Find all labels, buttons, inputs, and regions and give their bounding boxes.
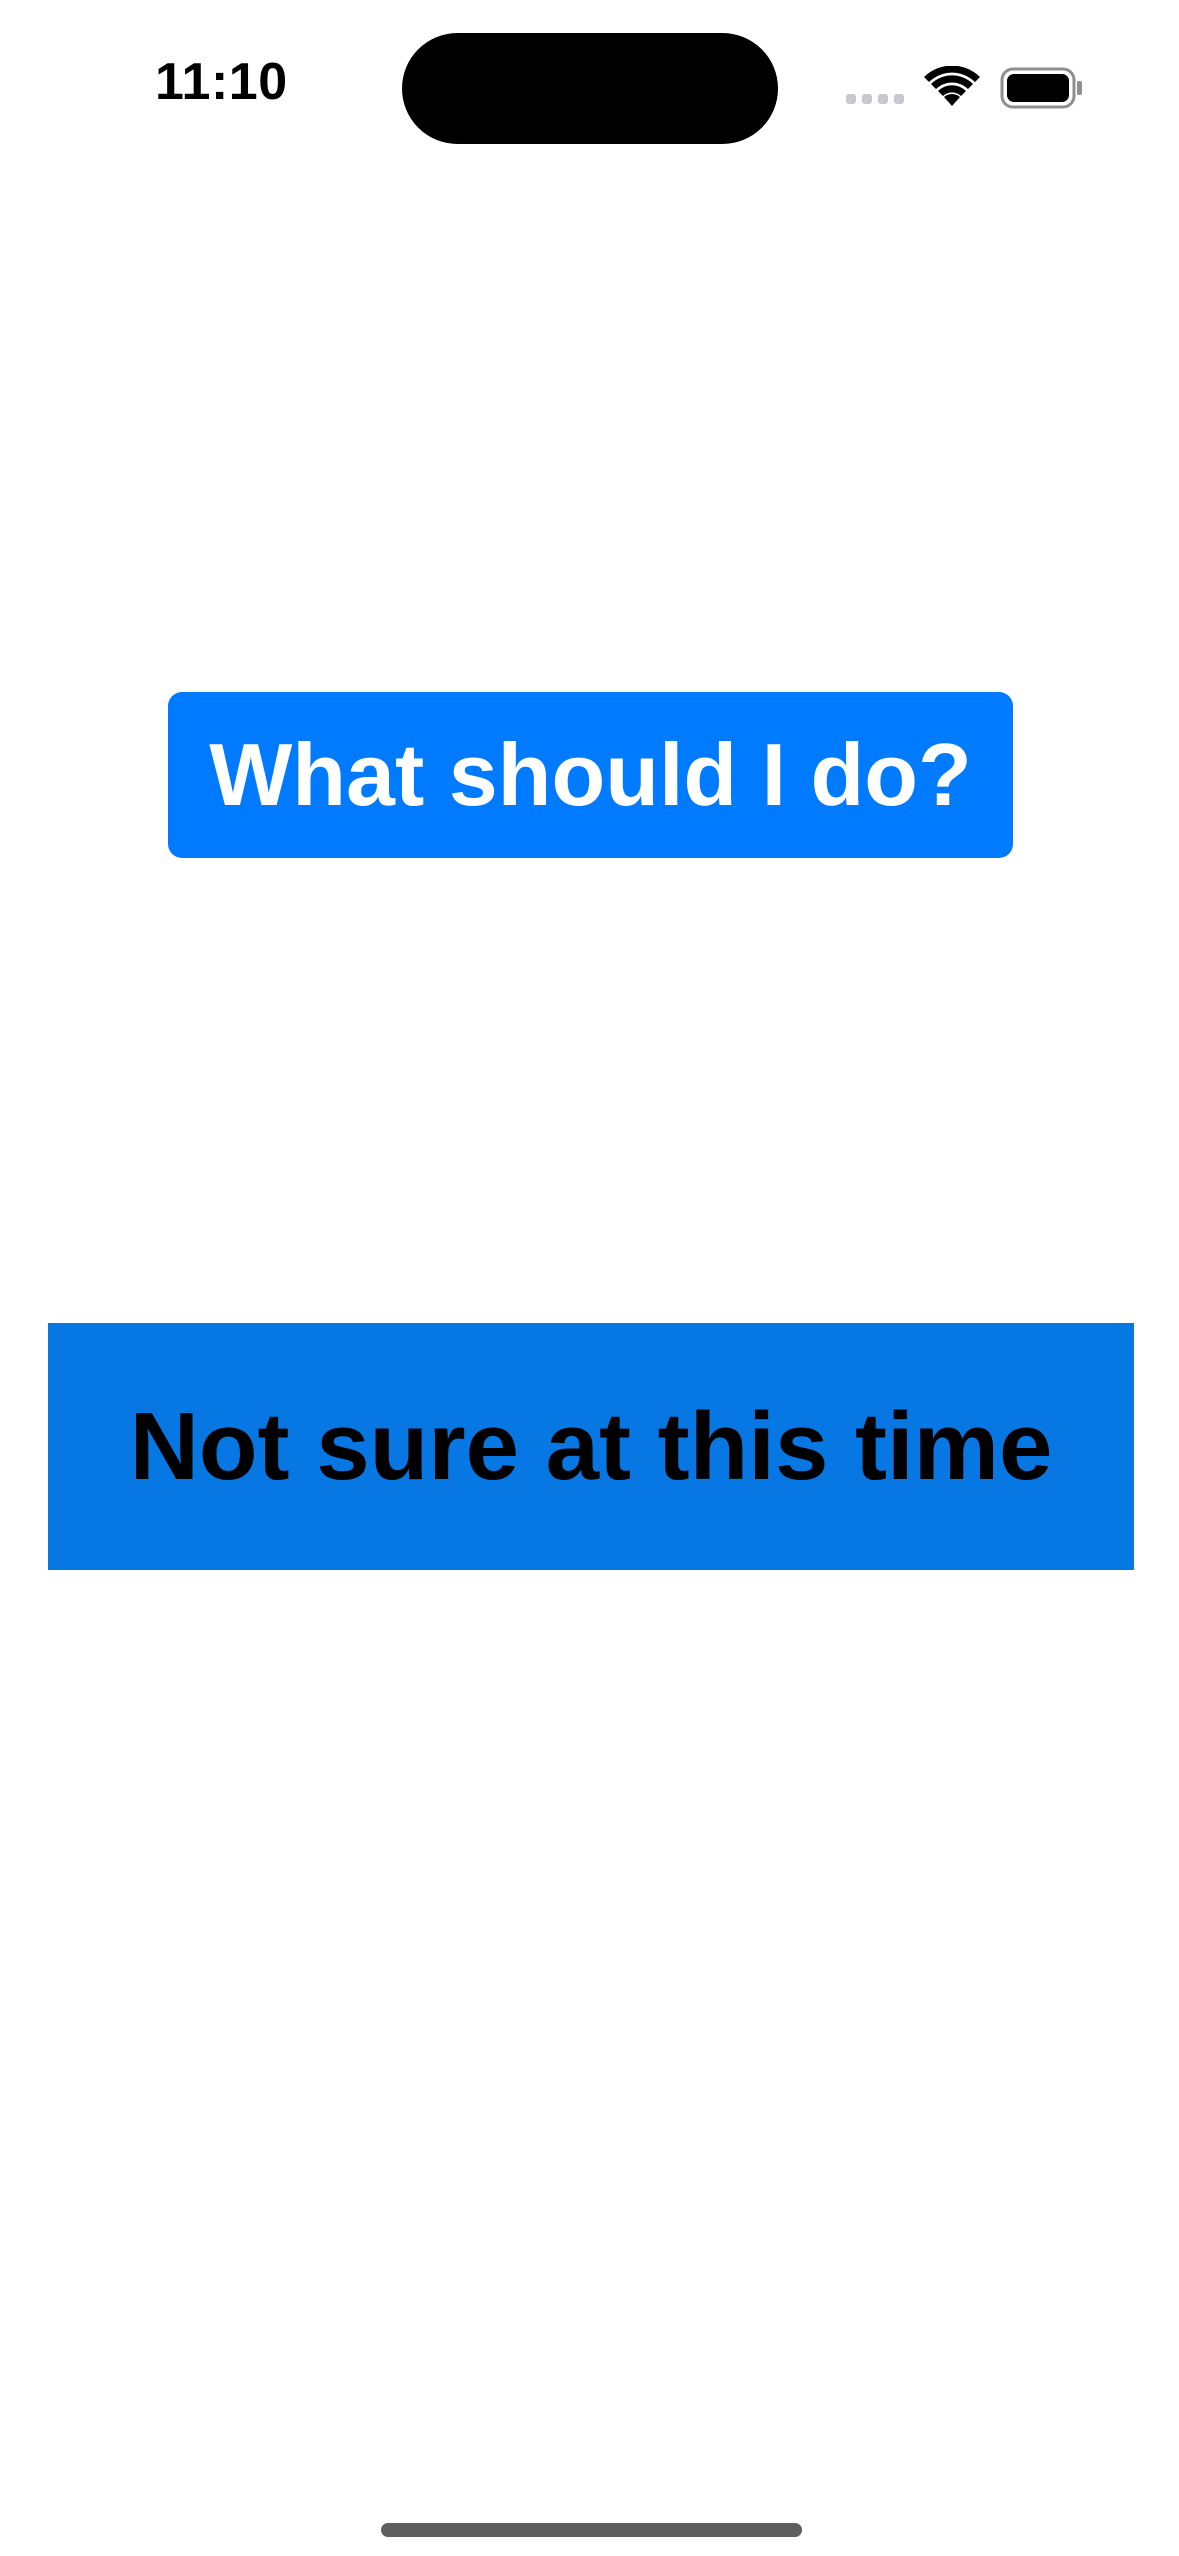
dynamic-island: [402, 33, 778, 144]
status-time: 11:10: [155, 53, 288, 111]
cellular-signal-icon: [846, 94, 904, 106]
answer-text: Not sure at this time: [48, 1323, 1134, 1570]
wifi-icon: [924, 65, 980, 108]
status-bar: 11:10: [0, 0, 1179, 150]
battery-icon: [1000, 67, 1084, 109]
home-indicator[interactable]: [381, 2523, 802, 2537]
what-should-i-do-button[interactable]: What should I do?: [168, 692, 1013, 858]
